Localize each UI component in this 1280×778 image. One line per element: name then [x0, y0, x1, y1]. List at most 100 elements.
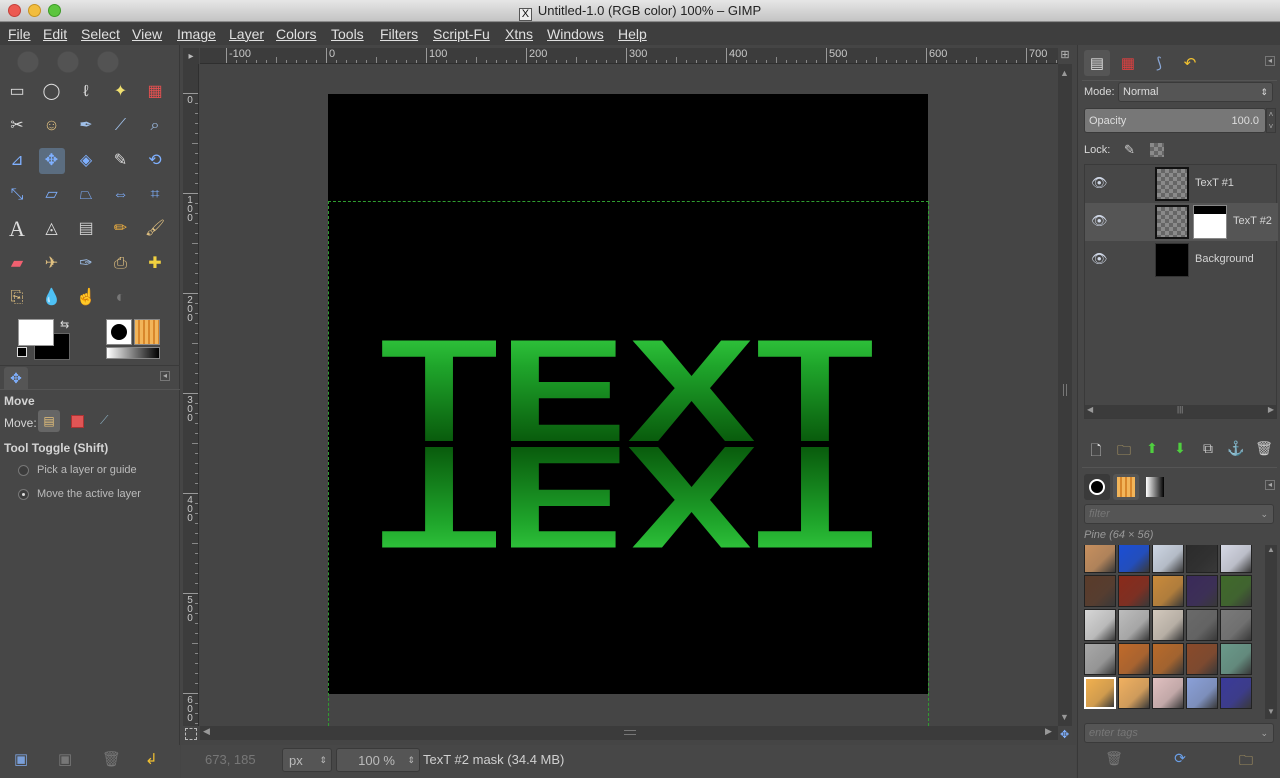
visibility-eye-icon[interactable]: 👁	[1091, 213, 1108, 229]
measure-tool[interactable]: ⊿	[4, 148, 30, 174]
perspective-clone-tool[interactable]: ⎘	[4, 285, 30, 311]
pattern-swatch[interactable]	[1084, 545, 1116, 573]
pattern-swatch[interactable]	[1186, 677, 1218, 709]
pattern-swatch[interactable]	[1186, 575, 1218, 607]
delete-options-icon[interactable]: 🗑	[102, 750, 121, 768]
pattern-swatch[interactable]	[1118, 545, 1150, 573]
eraser-tool[interactable]: ▰	[4, 251, 30, 277]
scissors-tool[interactable]: ✂	[4, 113, 30, 139]
vertical-ruler[interactable]: 0 100 200 300 400 500 600	[183, 64, 199, 726]
gradient-preview[interactable]	[106, 347, 160, 359]
default-colors-icon[interactable]	[17, 347, 27, 357]
move-selection-mode-button[interactable]	[71, 415, 84, 428]
blend-tool[interactable]: ▤	[73, 216, 99, 242]
pattern-swatch[interactable]	[1220, 643, 1252, 675]
align-tool[interactable]: ◈	[73, 148, 99, 174]
lock-pixels-icon[interactable]: ✎	[1124, 142, 1135, 158]
duplicate-layer-icon[interactable]: ⧉	[1198, 440, 1218, 457]
menu-windows[interactable]: Windows	[547, 26, 604, 42]
ink-tool[interactable]: ✑	[73, 251, 99, 277]
free-select-tool[interactable]: ℓ	[73, 79, 99, 105]
pattern-swatch[interactable]	[1118, 575, 1150, 607]
visibility-eye-icon[interactable]: 👁	[1091, 175, 1108, 191]
layer-row-background[interactable]: 👁 Background	[1085, 241, 1278, 279]
scroll-up-icon[interactable]: ▲	[1060, 68, 1069, 78]
layers-hscrollbar[interactable]: ◀ ||| ▶	[1085, 405, 1276, 418]
pattern-swatch[interactable]	[1152, 609, 1184, 641]
patterns-scrollbar[interactable]: ▲ ▼	[1265, 545, 1277, 719]
airbrush-tool[interactable]: ✈	[39, 251, 65, 277]
menu-file[interactable]: File	[8, 26, 31, 42]
fuzzy-select-tool[interactable]: ✦	[108, 79, 134, 105]
rotate-tool[interactable]: ⟲	[142, 148, 168, 174]
anchor-layer-icon[interactable]: ⚓	[1226, 440, 1246, 457]
pattern-tags-input[interactable]: enter tags ⌄	[1084, 723, 1274, 743]
menu-colors[interactable]: Colors	[276, 26, 316, 42]
move-active-layer-radio[interactable]	[18, 489, 29, 500]
new-layer-icon[interactable]: 🗋	[1086, 440, 1106, 464]
scroll-left-icon[interactable]: ◀	[203, 726, 210, 737]
undo-history-tab[interactable]: ↶	[1177, 50, 1203, 76]
pattern-swatch[interactable]	[1220, 677, 1252, 709]
menu-view[interactable]: View	[132, 26, 162, 42]
move-path-mode-button[interactable]: ⟋	[100, 413, 108, 428]
pattern-swatch[interactable]	[1084, 609, 1116, 641]
bucket-fill-tool[interactable]: ◬	[39, 216, 65, 242]
layer-row-text1[interactable]: 👁 TexT #1	[1085, 165, 1278, 203]
cage-tool[interactable]: ⌗	[142, 182, 168, 208]
visibility-eye-icon[interactable]: 👁	[1091, 251, 1108, 267]
layer-mask-thumbnail[interactable]	[1193, 205, 1227, 239]
menu-script-fu[interactable]: Script-Fu	[433, 26, 490, 42]
opacity-spinner[interactable]: ˄ ˅	[1266, 108, 1276, 133]
pencil-tool[interactable]: ✏	[108, 216, 134, 242]
pattern-swatch[interactable]	[1118, 609, 1150, 641]
navigation-icon[interactable]: ✥	[1060, 728, 1072, 741]
reset-options-icon[interactable]: ↲	[145, 750, 158, 768]
menu-select[interactable]: Select	[81, 26, 120, 42]
shear-tool[interactable]: ▱	[39, 182, 65, 208]
paths-tab[interactable]: ⟆	[1146, 50, 1172, 76]
pattern-swatch[interactable]	[1084, 575, 1116, 607]
move-tool[interactable]: ✥	[38, 147, 65, 174]
quick-mask-corner[interactable]: ▸	[183, 48, 199, 64]
pattern-swatch[interactable]	[1152, 643, 1184, 675]
mode-select[interactable]: Normal ⇕	[1118, 82, 1273, 102]
color-picker-tool[interactable]: ⟋	[108, 113, 134, 139]
pattern-filter-input[interactable]: Normalfilter⌄	[1084, 504, 1274, 524]
menu-image[interactable]: Image	[177, 26, 216, 42]
restore-options-icon[interactable]: ▣	[58, 750, 72, 768]
foreground-color-swatch[interactable]	[18, 319, 54, 346]
scale-tool[interactable]: ⤡	[4, 182, 30, 208]
open-pattern-folder-icon[interactable]: 🗀	[1236, 750, 1256, 774]
pick-layer-radio[interactable]	[18, 465, 29, 476]
smudge-tool[interactable]: ☝	[73, 285, 99, 311]
patterns-tab[interactable]	[1113, 474, 1139, 500]
raise-layer-icon[interactable]: ⬆	[1142, 440, 1162, 457]
pattern-swatch[interactable]	[1186, 609, 1218, 641]
zoom-select[interactable]: 100 % ⇕	[336, 748, 420, 772]
move-layer-mode-button[interactable]: ▤	[38, 410, 60, 432]
lower-layer-icon[interactable]: ⬇	[1170, 440, 1190, 457]
zoom-tool[interactable]: ⌕	[142, 113, 168, 139]
pattern-swatch[interactable]	[1152, 677, 1184, 709]
menu-filters[interactable]: Filters	[380, 26, 418, 42]
opacity-slider[interactable]: Opacity 100.0	[1084, 108, 1266, 133]
swap-colors-icon[interactable]: ⇆	[60, 318, 69, 331]
heal-tool[interactable]: ✚	[142, 251, 168, 277]
scroll-down-icon[interactable]: ▼	[1060, 712, 1069, 722]
pattern-swatch[interactable]	[1220, 545, 1252, 573]
brush-preview[interactable]	[106, 319, 132, 345]
brushes-tab[interactable]	[1084, 474, 1110, 500]
ellipse-select-tool[interactable]: ◯	[39, 79, 65, 105]
scroll-right-icon[interactable]: ▶	[1045, 726, 1052, 737]
scroll-grip[interactable]	[624, 730, 636, 735]
pattern-swatch[interactable]	[1186, 545, 1218, 573]
horizontal-ruler[interactable]: -100 0 100 200 300 400 500 600 700	[200, 48, 1058, 64]
pattern-swatch[interactable]	[1118, 677, 1150, 709]
scroll-grip[interactable]	[1063, 384, 1067, 396]
menu-layer[interactable]: Layer	[229, 26, 264, 42]
pattern-preview[interactable]	[134, 319, 160, 345]
panel-menu-icon[interactable]: ◂	[1265, 480, 1275, 490]
pattern-swatch[interactable]	[1220, 609, 1252, 641]
crop-tool[interactable]: ✎	[108, 148, 134, 174]
